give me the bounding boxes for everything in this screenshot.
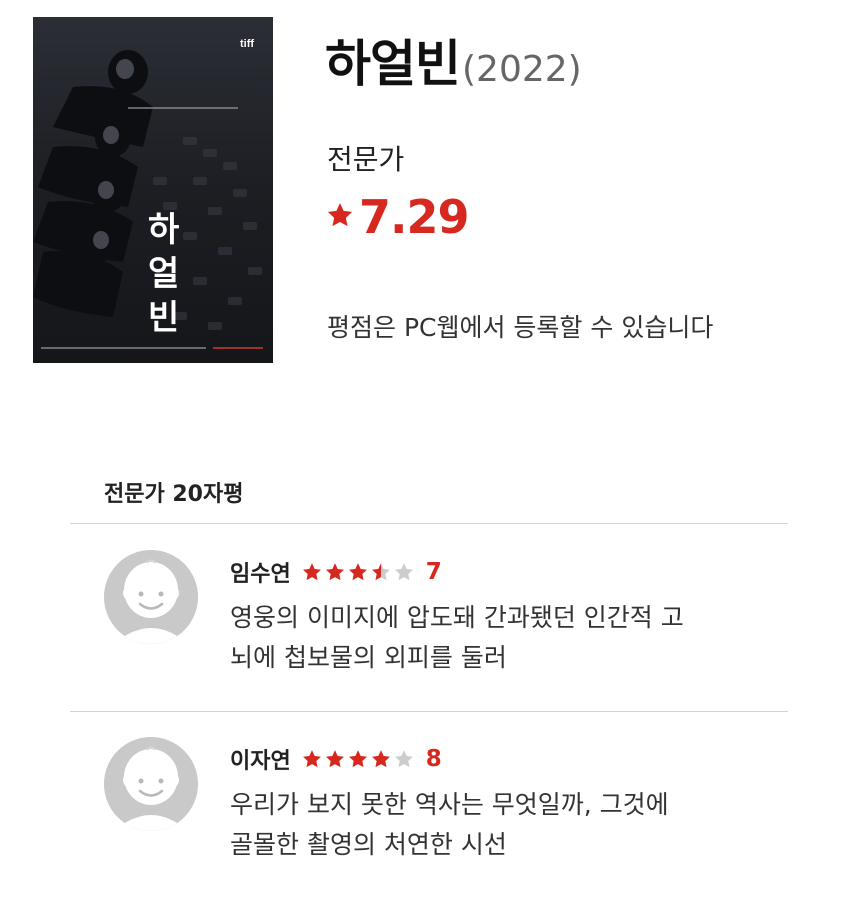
movie-poster[interactable]: tiff 하 얼 빈 bbox=[33, 17, 273, 363]
reviewer-score: 8 bbox=[425, 746, 442, 772]
critic-label: 전문가 bbox=[327, 143, 405, 176]
star-icon bbox=[371, 563, 390, 581]
reviewer-line: 임수연 7 bbox=[230, 556, 442, 588]
star-icon bbox=[371, 750, 390, 768]
review-text-line: 우리가 보지 못한 역사는 무엇일까, 그것에 bbox=[230, 790, 669, 819]
section-title: 전문가 20자평 bbox=[104, 482, 244, 507]
poster-title-char-1: 하 bbox=[148, 210, 179, 250]
review-text: 영웅의 이미지에 압도돼 간과됐던 인간적 고 뇌에 첩보물의 외피를 둘러 bbox=[230, 598, 790, 678]
star-icon bbox=[325, 750, 344, 768]
star-icon bbox=[302, 563, 321, 581]
review-text-line: 영웅의 이미지에 압도돼 간과됐던 인간적 고 bbox=[230, 603, 684, 632]
movie-title: 하얼빈(2022) bbox=[325, 24, 582, 96]
star-rating bbox=[301, 748, 416, 770]
reviewer-line: 이자연 8 bbox=[230, 743, 442, 775]
poster-title-char-3: 빈 bbox=[148, 298, 179, 338]
star-icon bbox=[348, 563, 367, 581]
star-icon bbox=[325, 200, 355, 235]
movie-name: 하얼빈 bbox=[325, 35, 461, 93]
review-text-line: 뇌에 첩보물의 외피를 둘러 bbox=[230, 643, 507, 672]
review-item: 이자연 8 우리가 보지 못한 역사는 무엇일까, 그것에 골몰한 촬영의 처연… bbox=[0, 737, 847, 897]
reviewer-score: 7 bbox=[425, 559, 442, 585]
review-item: 임수연 7 영웅의 이미지에 압도돼 간과됐던 인간적 고 뇌에 첩보물의 외피… bbox=[0, 550, 847, 710]
critic-score: 7.29 bbox=[325, 190, 469, 244]
divider bbox=[70, 711, 788, 712]
poster-badge: tiff bbox=[240, 38, 254, 50]
poster-title-char-2: 얼 bbox=[148, 254, 179, 294]
review-text: 우리가 보지 못한 역사는 무엇일까, 그것에 골몰한 촬영의 처연한 시선 bbox=[230, 785, 790, 865]
star-icon bbox=[325, 563, 344, 581]
review-text-line: 골몰한 촬영의 처연한 시선 bbox=[230, 830, 507, 859]
movie-year: (2022) bbox=[462, 49, 582, 90]
star-icon bbox=[394, 750, 413, 768]
avatar[interactable] bbox=[104, 550, 198, 644]
divider bbox=[70, 523, 788, 524]
reviewer-name: 이자연 bbox=[230, 749, 291, 774]
critic-score-value: 7.29 bbox=[359, 190, 469, 244]
star-icon bbox=[302, 750, 321, 768]
star-rating bbox=[301, 561, 416, 583]
rating-notice: 평점은 PC웹에서 등록할 수 있습니다 bbox=[327, 313, 714, 342]
star-icon bbox=[348, 750, 367, 768]
avatar[interactable] bbox=[104, 737, 198, 831]
reviewer-name: 임수연 bbox=[230, 562, 291, 587]
star-icon bbox=[394, 563, 413, 581]
